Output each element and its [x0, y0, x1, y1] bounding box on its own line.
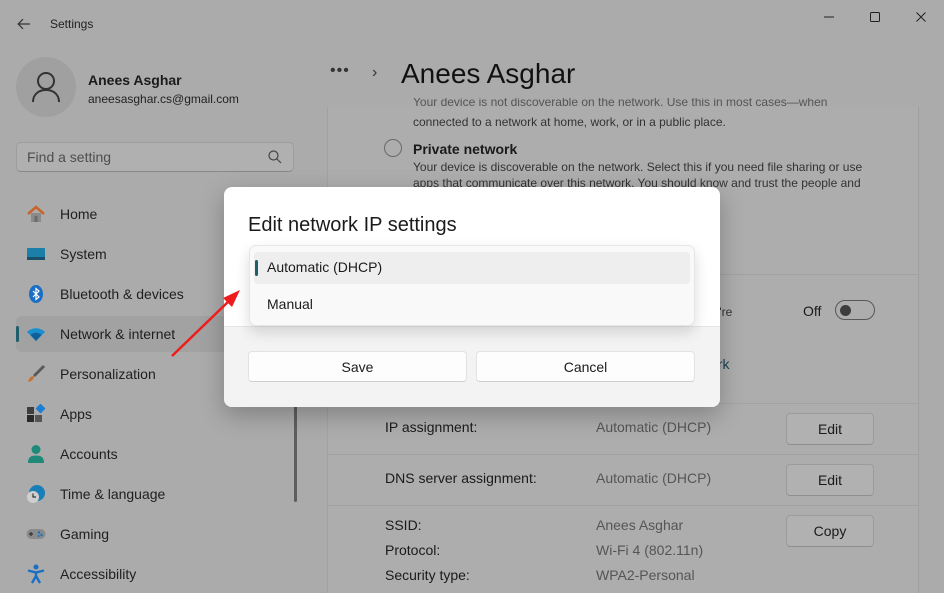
- option-label: Manual: [267, 296, 313, 312]
- metered-connection-toggle[interactable]: [835, 300, 875, 320]
- back-button[interactable]: [12, 12, 36, 36]
- sidebar-item-label: Accessibility: [60, 566, 137, 582]
- private-network-description: Your device is discoverable on the netwo…: [413, 160, 863, 174]
- maximize-icon: [870, 12, 880, 22]
- user-name: Anees Asghar: [88, 72, 182, 88]
- sidebar-item-label: Accounts: [60, 446, 118, 462]
- breadcrumb-chevron-icon: ›: [372, 64, 378, 81]
- sidebar-item-accounts[interactable]: Accounts: [16, 436, 306, 472]
- gamepad-icon: [26, 529, 46, 539]
- sidebar-item-time-language[interactable]: Time & language: [16, 476, 306, 512]
- active-indicator: [16, 326, 19, 342]
- sidebar-item-label: Bluetooth & devices: [60, 286, 184, 302]
- sidebar-item-label: Time & language: [60, 486, 166, 502]
- sidebar-item-accessibility[interactable]: Accessibility: [16, 556, 306, 592]
- ssid-label: SSID:: [385, 517, 422, 533]
- dialog-title: Edit network IP settings: [248, 214, 457, 236]
- account-icon: [28, 445, 44, 463]
- apps-icon: [27, 404, 46, 422]
- minimize-icon: [824, 16, 834, 18]
- accessibility-icon: [27, 564, 45, 584]
- bluetooth-icon: [29, 285, 43, 303]
- option-manual[interactable]: Manual: [254, 289, 690, 321]
- globe-clock-icon: [27, 485, 45, 503]
- edit-ip-dialog: Edit network IP settings Automatic (DHCP…: [224, 187, 720, 407]
- close-icon: [916, 12, 926, 22]
- private-network-radio[interactable]: [384, 139, 402, 157]
- private-network-title: Private network: [413, 141, 518, 157]
- sidebar-item-label: Network & internet: [60, 326, 176, 342]
- divider: [328, 454, 918, 455]
- ip-assignment-value: Automatic (DHCP): [596, 419, 712, 435]
- minimize-button[interactable]: [811, 6, 847, 28]
- avatar[interactable]: [16, 57, 76, 117]
- dns-edit-button[interactable]: Edit: [786, 464, 874, 496]
- user-email: aneesasghar.cs@gmail.com: [88, 92, 239, 106]
- protocol-value: Wi-Fi 4 (802.11n): [596, 542, 704, 558]
- toggle-knob: [840, 305, 851, 316]
- metered-toggle-label: Off: [803, 303, 822, 319]
- ip-edit-button[interactable]: Edit: [786, 413, 874, 445]
- search-icon[interactable]: [267, 149, 283, 165]
- sidebar-item-label: Personalization: [60, 366, 156, 382]
- system-icon: [27, 248, 45, 260]
- search-box[interactable]: [16, 142, 294, 172]
- copy-button[interactable]: Copy: [786, 515, 874, 547]
- ssid-value: Anees Asghar: [596, 517, 684, 533]
- security-type-value: WPA2-Personal: [596, 567, 695, 583]
- ip-settings-dropdown[interactable]: Automatic (DHCP) Manual: [249, 245, 695, 326]
- cancel-button[interactable]: Cancel: [476, 351, 695, 382]
- dns-assignment-label: DNS server assignment:: [385, 470, 537, 486]
- wifi-icon: [27, 328, 45, 341]
- page-title: Anees Asghar: [401, 58, 576, 89]
- sidebar-item-gaming[interactable]: Gaming: [16, 516, 306, 552]
- maximize-button[interactable]: [857, 6, 893, 28]
- user-icon: [32, 72, 60, 103]
- dns-assignment-value: Automatic (DHCP): [596, 470, 712, 486]
- selected-indicator: [255, 260, 258, 276]
- option-automatic-dhcp[interactable]: Automatic (DHCP): [254, 252, 690, 284]
- close-button[interactable]: [903, 6, 939, 28]
- public-network-description: Your device is not discoverable on the n…: [413, 98, 828, 108]
- protocol-label: Protocol:: [385, 542, 441, 558]
- security-type-label: Security type:: [385, 567, 470, 583]
- sidebar-item-label: Gaming: [60, 526, 110, 542]
- ip-assignment-label: IP assignment:: [385, 419, 478, 435]
- sidebar-item-label: Home: [60, 206, 98, 222]
- sidebar-scrollbar[interactable]: [294, 406, 297, 502]
- save-button[interactable]: Save: [248, 351, 467, 382]
- home-icon: [27, 205, 45, 222]
- app-title: Settings: [50, 17, 94, 31]
- search-input[interactable]: [27, 148, 257, 166]
- breadcrumb-overflow-button[interactable]: •••: [330, 62, 350, 80]
- brush-icon: [28, 364, 46, 382]
- public-network-description-2: connected to a network at home, work, or…: [413, 115, 726, 129]
- divider: [328, 505, 918, 506]
- sidebar-item-label: Apps: [60, 406, 92, 422]
- option-label: Automatic (DHCP): [267, 259, 383, 275]
- sidebar-item-label: System: [60, 246, 107, 262]
- back-arrow-icon: [17, 18, 30, 30]
